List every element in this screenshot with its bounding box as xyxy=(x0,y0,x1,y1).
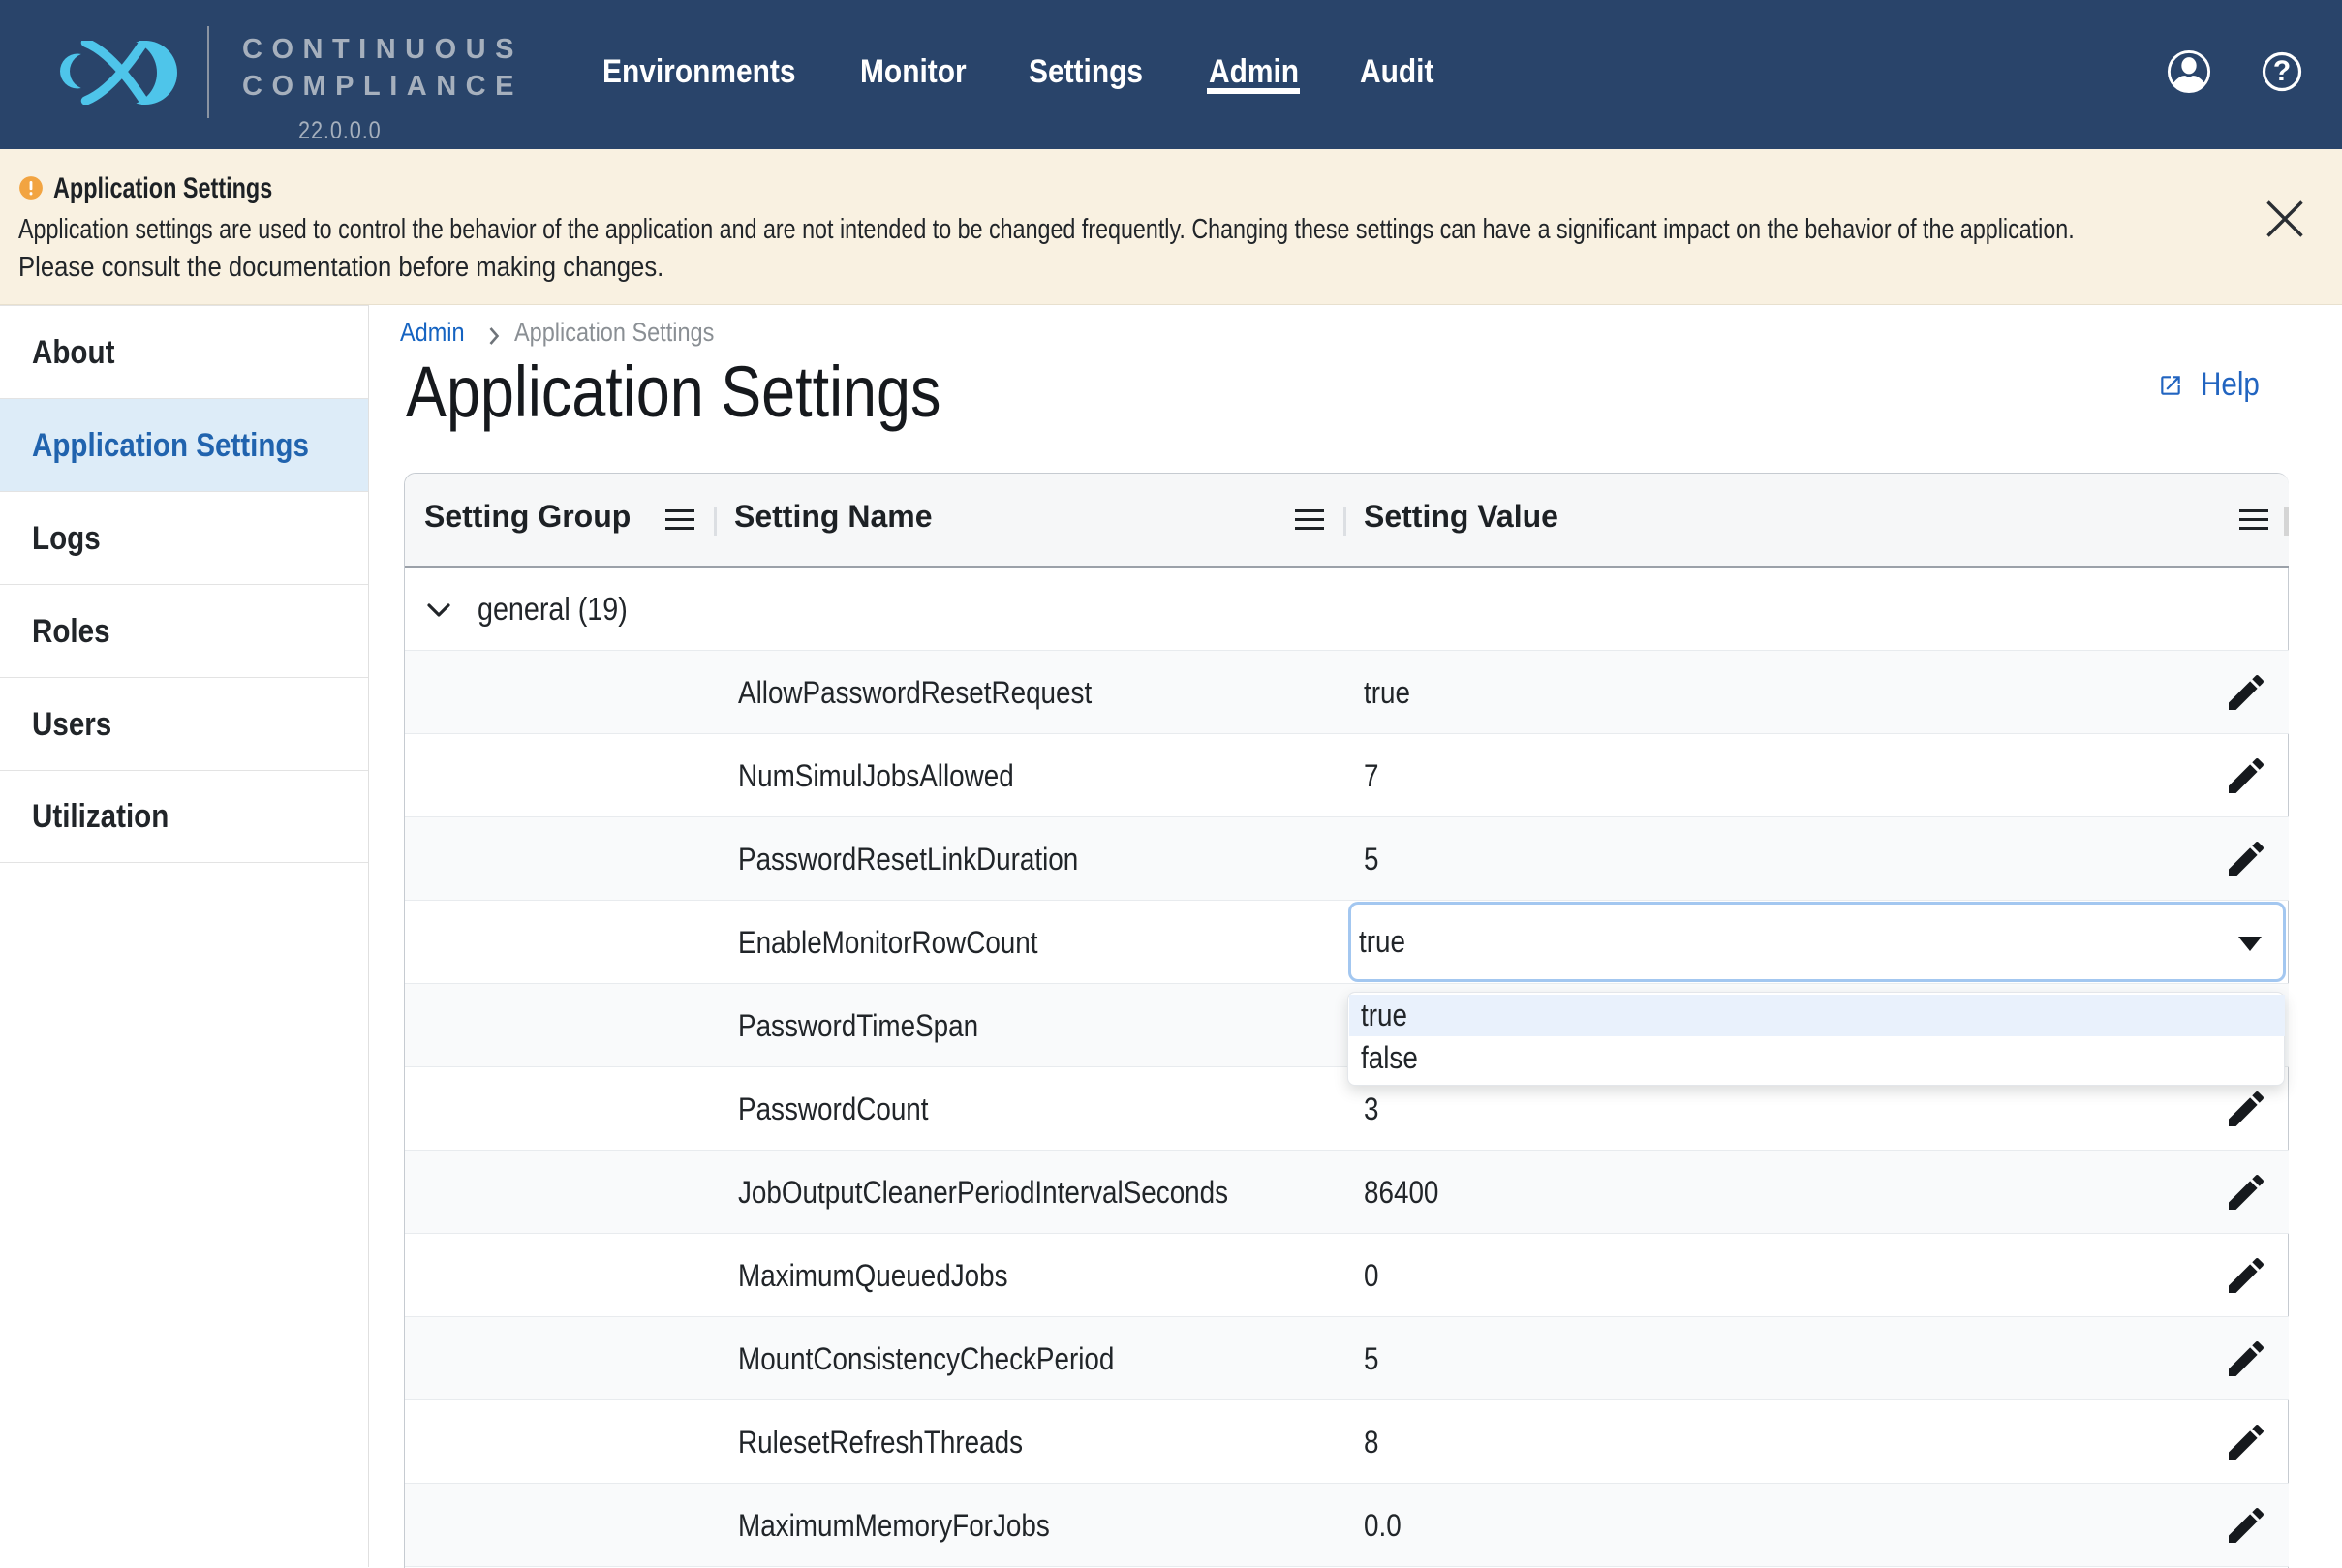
svg-text:?: ? xyxy=(2273,55,2291,87)
